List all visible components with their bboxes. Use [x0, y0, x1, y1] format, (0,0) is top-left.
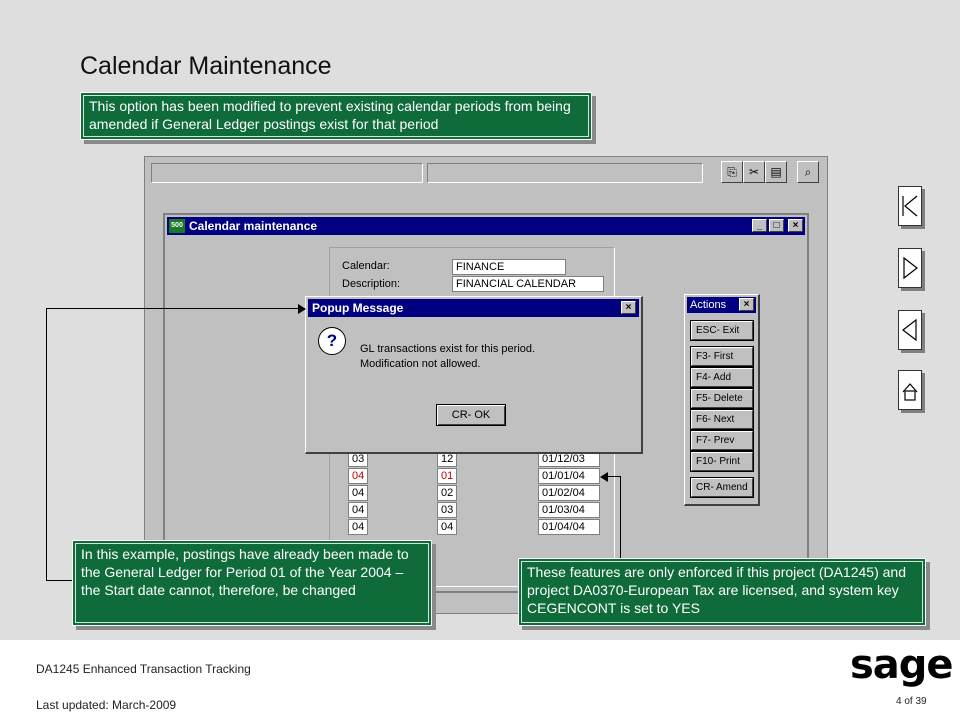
- toolbar-field-2: [427, 163, 703, 183]
- close-icon[interactable]: ×: [788, 219, 803, 232]
- ok-button[interactable]: CR- OK: [436, 404, 506, 426]
- popup-message: Popup Message × ? GL transactions exist …: [305, 296, 643, 454]
- add-button[interactable]: F4- Add: [690, 367, 754, 388]
- page-number: 4 of 39: [896, 696, 927, 707]
- actions-title: Actions: [690, 299, 727, 311]
- play-next-icon: [903, 256, 918, 280]
- copy-icon[interactable]: ⎘: [721, 161, 743, 183]
- description-field[interactable]: FINANCIAL CALENDAR: [452, 276, 604, 292]
- start-date-field[interactable]: 01/02/04: [538, 485, 600, 501]
- note-left-text: In this example, postings have already b…: [81, 546, 409, 598]
- question-icon: ?: [318, 327, 346, 355]
- popup-titlebar: Popup Message ×: [308, 299, 639, 317]
- play-prev-icon: [902, 318, 917, 342]
- prev-button[interactable]: F7- Prev: [690, 430, 754, 451]
- note-top-text: This option has been modified to prevent…: [89, 98, 571, 132]
- amend-button[interactable]: CR- Amend: [690, 477, 754, 498]
- first-button[interactable]: F3- First: [690, 346, 754, 367]
- nav-first-button[interactable]: [898, 186, 922, 226]
- popup-line-2: Modification not allowed.: [360, 358, 481, 370]
- popup-close-icon[interactable]: ×: [621, 301, 636, 314]
- toolbar-field-1: [151, 163, 423, 183]
- note-left: In this example, postings have already b…: [72, 540, 432, 626]
- description-label: Description:: [342, 278, 401, 290]
- window-title: Calendar maintenance: [189, 219, 318, 233]
- skip-first-icon: [902, 195, 918, 217]
- calendar-label: Calendar:: [342, 260, 390, 272]
- find-icon[interactable]: ⌕: [797, 161, 819, 183]
- app-logo-icon: 500: [169, 219, 185, 233]
- period-field[interactable]: 04: [437, 519, 457, 535]
- maximize-icon[interactable]: □: [769, 219, 784, 232]
- year-field[interactable]: 04: [348, 519, 368, 535]
- connector-line: [46, 308, 302, 309]
- footer-doc-title: DA1245 Enhanced Transaction Tracking: [36, 662, 251, 676]
- next-button[interactable]: F6- Next: [690, 409, 754, 430]
- print-button[interactable]: F10- Print: [690, 451, 754, 472]
- period-field[interactable]: 02: [437, 485, 457, 501]
- arrow-head: [600, 472, 608, 482]
- popup-title: Popup Message: [312, 301, 404, 315]
- exit-button[interactable]: ESC- Exit: [690, 320, 754, 341]
- sage-logo: sage: [850, 642, 954, 688]
- calendar-field[interactable]: FINANCE: [452, 259, 566, 275]
- connector-line: [46, 308, 47, 580]
- paste-icon[interactable]: ▤: [765, 161, 787, 183]
- year-field[interactable]: 04: [348, 485, 368, 501]
- note-right: These features are only enforced if this…: [518, 558, 926, 626]
- period-field[interactable]: 01: [437, 468, 457, 484]
- note-top: This option has been modified to prevent…: [80, 92, 592, 140]
- note-right-text: These features are only enforced if this…: [527, 564, 906, 616]
- period-field[interactable]: 03: [437, 502, 457, 518]
- connector-line: [620, 476, 621, 558]
- year-field[interactable]: 04: [348, 468, 368, 484]
- delete-button[interactable]: F5- Delete: [690, 388, 754, 409]
- nav-home-button[interactable]: [898, 370, 922, 410]
- actions-close-icon[interactable]: ×: [739, 298, 754, 311]
- cut-icon[interactable]: ✂: [743, 161, 765, 183]
- minimize-icon[interactable]: _: [752, 219, 767, 232]
- start-date-field[interactable]: 01/03/04: [538, 502, 600, 518]
- popup-line-1: GL transactions exist for this period.: [360, 343, 536, 355]
- start-date-field[interactable]: 01/04/04: [538, 519, 600, 535]
- arrow-head: [298, 304, 306, 314]
- footer: DA1245 Enhanced Transaction Tracking Las…: [0, 640, 960, 720]
- page-title: Calendar Maintenance: [80, 52, 332, 80]
- actions-panel: Actions × ESC- Exit F3- First F4- Add F5…: [684, 294, 760, 506]
- slide-area: Calendar Maintenance This option has bee…: [0, 0, 960, 640]
- footer-updated: Last updated: March-2009: [36, 698, 177, 712]
- start-date-field[interactable]: 01/01/04: [538, 468, 600, 484]
- nav-prev-button[interactable]: [898, 310, 922, 350]
- connector-line: [46, 580, 72, 581]
- actions-titlebar: Actions ×: [687, 297, 756, 313]
- home-icon: [902, 383, 918, 401]
- year-field[interactable]: 04: [348, 502, 368, 518]
- window-titlebar: 500 Calendar maintenance _ □ ×: [167, 217, 805, 235]
- nav-next-button[interactable]: [898, 248, 922, 288]
- connector-line: [606, 476, 620, 477]
